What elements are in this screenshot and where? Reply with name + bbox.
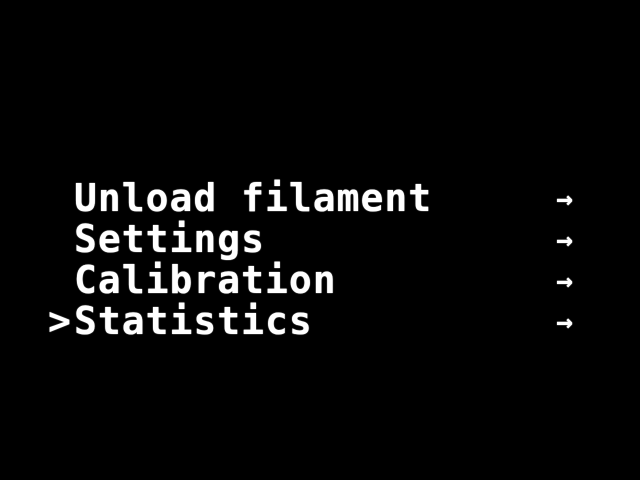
- main-menu: Unload filament → Settings → Calibration…: [44, 178, 604, 342]
- arrow-right-icon: →: [556, 264, 574, 297]
- lcd-screen: Unload filament → Settings → Calibration…: [0, 0, 640, 480]
- menu-item-label: Statistics: [74, 299, 313, 343]
- menu-item-unload-filament[interactable]: Unload filament →: [44, 178, 604, 219]
- menu-item-label-text: Settings: [74, 217, 266, 261]
- menu-item-settings[interactable]: Settings →: [44, 219, 604, 260]
- arrow-right-icon: →: [556, 305, 574, 338]
- arrow-right-icon: →: [556, 223, 574, 256]
- menu-item-statistics[interactable]: > Statistics →: [44, 301, 604, 342]
- selection-cursor: >: [48, 299, 72, 343]
- menu-item-label: Unload filament: [74, 176, 433, 220]
- menu-item-calibration[interactable]: Calibration →: [44, 260, 604, 301]
- menu-item-label: Calibration: [74, 258, 337, 302]
- arrow-right-icon: →: [556, 182, 574, 215]
